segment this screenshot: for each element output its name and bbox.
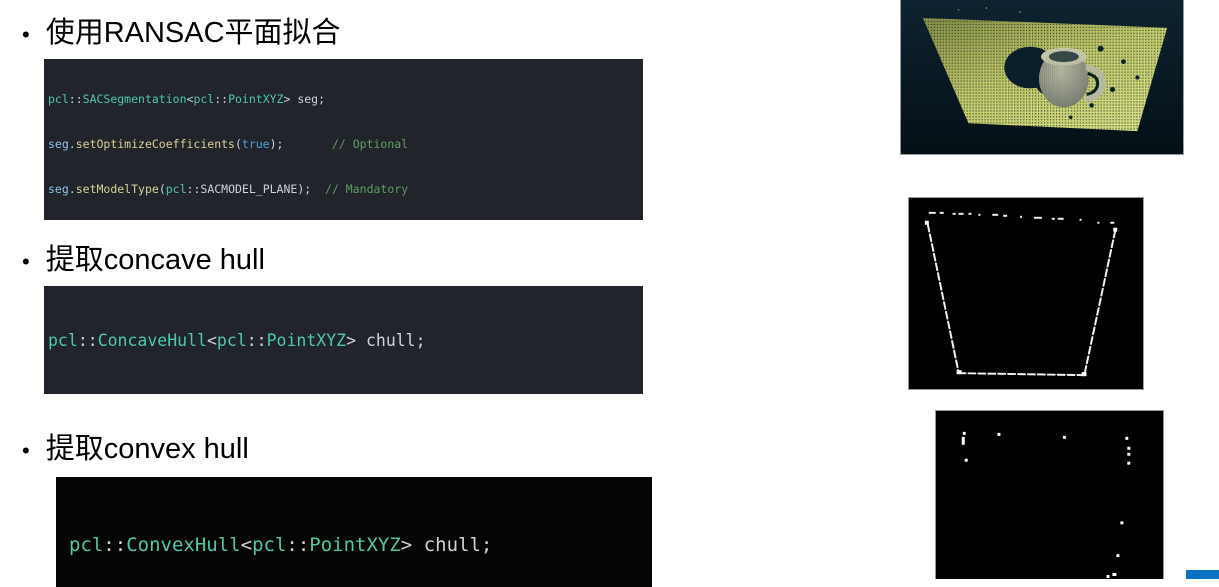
figure-point-cloud-plane-with-mug	[900, 0, 1184, 155]
bullet-label-2: 提取concave hull	[45, 244, 265, 276]
bullet-marker-icon: •	[22, 438, 30, 463]
code-block-convex-hull: pcl::ConvexHull<pcl::PointXYZ> chull; ch…	[56, 477, 652, 587]
bullet-item-1: • 使用RANSAC平面拟合	[22, 17, 341, 50]
bullet-item-2: • 提取concave hull	[22, 244, 265, 277]
figure-concave-hull-result	[908, 197, 1144, 390]
slide-accent-bar	[1186, 570, 1219, 579]
code-block-ransac-segmentation: pcl::SACSegmentation<pcl::PointXYZ> seg;…	[44, 59, 643, 220]
code-line: seg.setModelType(pcl::SACMODEL_PLANE); /…	[48, 182, 409, 196]
bullet-label-3: 提取convex hull	[45, 433, 249, 465]
convex-hull-illustration	[936, 411, 1163, 579]
slide-canvas: • 使用RANSAC平面拟合 pcl::SACSegmentation<pcl:…	[0, 0, 1219, 587]
code-line: pcl::ConvexHull<pcl::PointXYZ> chull;	[69, 534, 493, 556]
figure-convex-hull-result	[935, 410, 1164, 579]
bullet-label-1: 使用RANSAC平面拟合	[45, 17, 341, 49]
bullet-marker-icon: •	[22, 22, 30, 47]
code-line: seg.setOptimizeCoefficients(true); // Op…	[48, 137, 409, 151]
point-cloud-illustration	[901, 0, 1183, 154]
code-line: pcl::SACSegmentation<pcl::PointXYZ> seg;	[48, 92, 326, 106]
bullet-marker-icon: •	[22, 249, 30, 274]
code-block-concave-hull: pcl::ConcaveHull<pcl::PointXYZ> chull; c…	[44, 286, 643, 394]
code-line: pcl::ConcaveHull<pcl::PointXYZ> chull;	[48, 331, 426, 350]
concave-hull-illustration	[909, 198, 1143, 389]
bullet-item-3: • 提取convex hull	[22, 433, 249, 466]
code-line: chull.setInputCloud(cloud_projected);	[48, 391, 643, 394]
